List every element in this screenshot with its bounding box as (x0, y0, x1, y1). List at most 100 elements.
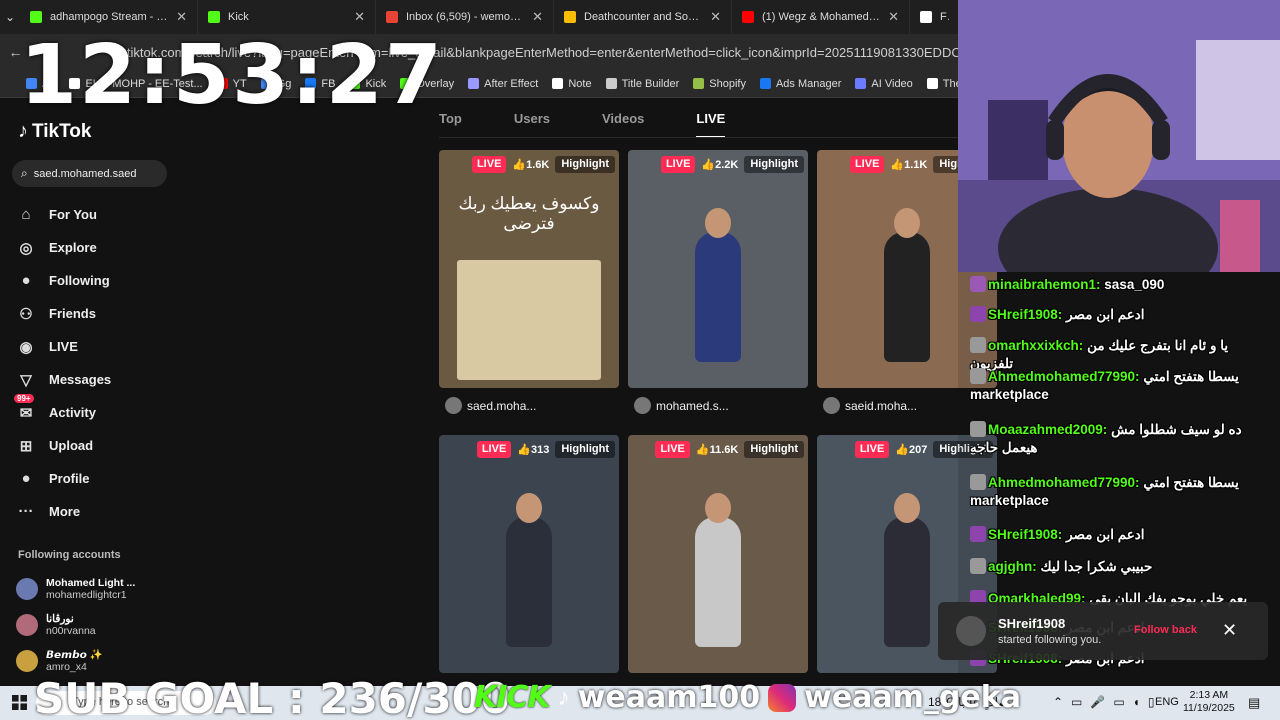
sidebar-item-label: Messages (49, 372, 112, 387)
browser-tab[interactable]: (1) Wegz & Mohamed Mo ✕ (732, 0, 910, 34)
sidebar-item-label: Activity (49, 405, 96, 420)
bookmark-label: AI Video (871, 77, 913, 90)
search-icon: ⌕ (21, 166, 28, 180)
streamer-figure (884, 232, 930, 362)
chat-message: minaibrahemon1: sasa_090 (970, 276, 1270, 294)
close-icon[interactable]: ✕ (1222, 620, 1237, 641)
avatar (634, 397, 651, 414)
chat-username: SHreif1908: (988, 527, 1063, 542)
social-overlay: KICK ♪ weaam100 weaam_geka (474, 680, 1021, 715)
sidebar-item-label: Following (49, 273, 110, 288)
live-card[interactable]: LIVE 👍313 Highlight (439, 435, 619, 673)
tab-users[interactable]: Users (514, 98, 550, 138)
live-thumbnail[interactable]: LIVE 👍11.6K Highlight (628, 435, 808, 673)
highlight-badge: Highlight (744, 156, 804, 173)
tab-live[interactable]: LIVE (696, 98, 725, 138)
language-indicator[interactable]: ENG (1155, 696, 1179, 708)
sidebar-item-activity[interactable]: ✉ 99+ Activity (14, 393, 111, 429)
owner-name: mohamed.s... (656, 398, 729, 413)
sidebar-item-following[interactable]: ● Following (16, 264, 111, 297)
live-card[interactable]: وكسوف يعطيك ربك فترضى LIVE 👍1.6K Highlight s… (439, 150, 619, 414)
search-value: saed.mohamed.saed (33, 167, 137, 180)
webcam-scene (958, 0, 1280, 272)
live-badge: LIVE (660, 156, 696, 173)
compass-icon: ◎ (19, 239, 33, 257)
account-display-name: 𝘽𝙚𝙢𝙗𝙤 ✨ (46, 649, 103, 661)
bookmark-item[interactable]: AI Video (855, 77, 913, 90)
account-names: نورڤانا n00rvanna (46, 613, 96, 637)
tabs-divider (439, 137, 960, 138)
follow-back-button[interactable]: Follow back (1134, 624, 1197, 636)
sidebar-item-messages[interactable]: ▽ Messages (16, 363, 111, 396)
bookmark-item[interactable]: Shopify (693, 78, 746, 90)
following-account[interactable]: نورڤانا n00rvanna (16, 607, 135, 643)
tab-favicon-icon (208, 11, 220, 23)
bookmark-icon (552, 78, 564, 89)
chat-text: ادعم ابن مصر (1066, 527, 1145, 542)
tab-close-icon[interactable]: ✕ (532, 9, 543, 25)
bookmark-item[interactable]: Title Builder (605, 78, 679, 90)
bookmark-item[interactable]: Ads Manager (759, 78, 841, 90)
logo-text: TikTok (32, 120, 92, 142)
following-accounts-list: Mohamed Light ... mohamedlightcr1 نورڤانا n… (16, 571, 135, 679)
browser-tab[interactable]: Fi (910, 0, 960, 34)
bookmark-icon (605, 78, 617, 89)
windows-start-icon[interactable] (12, 695, 27, 710)
sidebar-item-more[interactable]: ··· More (16, 495, 111, 528)
card-owner[interactable]: mohamed.s... (634, 397, 808, 414)
live-card[interactable]: LIVE 👍11.6K Highlight (628, 435, 808, 673)
tab-videos[interactable]: Videos (602, 98, 644, 138)
account-username: n00rvanna (46, 625, 96, 637)
user-badge-icon (970, 558, 986, 574)
live-tags: LIVE 👍2.2K Highlight (660, 156, 804, 173)
card-owner[interactable]: saed.moha... (445, 397, 619, 414)
tab-close-icon[interactable]: ✕ (710, 9, 721, 25)
sidebar-item-live[interactable]: ◉ LIVE (16, 330, 111, 363)
likes-count: 👍313 (517, 444, 550, 456)
tab-close-icon[interactable]: ✕ (176, 9, 187, 25)
search-input[interactable]: ⌕ saed.mohamed.saed (12, 160, 167, 187)
sidebar-item-for-you[interactable]: ⌂ For You (16, 198, 111, 231)
sidebar-item-friends[interactable]: ⚇ Friends (16, 297, 111, 330)
tiktok-logo[interactable]: ♪ TikTok (18, 120, 91, 143)
kick-handle: weaam100 (577, 680, 761, 715)
account-names: Mohamed Light ... mohamedlightcr1 (46, 577, 135, 601)
owner-name: saeid.moha... (845, 398, 918, 413)
live-card[interactable]: LIVE 👍2.2K Highlight mohamed.s... (628, 150, 808, 414)
bookmark-label: Note (568, 77, 592, 90)
tab-favicon-icon (742, 11, 754, 23)
tab-label: Inbox (6,509) - wemo148@ (406, 11, 524, 23)
bookmark-item[interactable]: After Effect (468, 78, 538, 90)
live-thumbnail[interactable]: LIVE 👍2.2K Highlight (628, 150, 808, 388)
chat-username: omarhxxixkch: (988, 338, 1084, 353)
stream-clock: 12:53:27 (20, 28, 444, 123)
avatar (16, 650, 38, 672)
account-display-name: نورڤانا (46, 613, 74, 625)
notification-icon[interactable]: ▤ (1248, 695, 1260, 711)
streamer-head (516, 493, 542, 523)
following-account[interactable]: Mohamed Light ... mohamedlightcr1 (16, 571, 135, 607)
tab-label: Deathcounter and Soundb (584, 11, 703, 23)
browser-tab[interactable]: Deathcounter and Soundb ✕ (554, 0, 732, 34)
activity-badge: 99+ (14, 393, 34, 403)
sidebar-item-upload[interactable]: ⊞ Upload (16, 429, 111, 462)
tiktok-note-icon: ♪ (18, 120, 28, 142)
streamer-figure (884, 517, 930, 647)
follower-name: SHreif1908 (998, 616, 1066, 631)
bookmark-item[interactable]: The (926, 78, 960, 90)
tab-search-icon[interactable]: ⌄ (0, 0, 20, 34)
live-thumbnail[interactable]: وكسوف يعطيك ربك فترضى LIVE 👍1.6K Highlight (439, 150, 619, 388)
sidebar-item-label: Explore (49, 240, 97, 255)
search-results: Top Users Videos LIVE وكسوف يعطيك ربك فترضى… (180, 98, 997, 678)
likes-count: 👍1.6K (512, 159, 550, 171)
tab-close-icon[interactable]: ✕ (354, 9, 365, 25)
live-thumbnail[interactable]: LIVE 👍313 Highlight (439, 435, 619, 673)
sidebar-item-explore[interactable]: ◎ Explore (16, 231, 111, 264)
bookmark-item[interactable]: Note (552, 77, 592, 90)
sidebar-item-label: Friends (49, 306, 96, 321)
streamer-head (705, 208, 731, 238)
system-tray[interactable]: ⌃▭🎤▭◖▯ (1053, 695, 1163, 709)
tab-close-icon[interactable]: ✕ (888, 9, 899, 25)
sidebar-item-profile[interactable]: ● Profile (16, 462, 111, 495)
taskbar-clock[interactable]: 2:13 AM 11/19/2025 (1183, 689, 1235, 715)
